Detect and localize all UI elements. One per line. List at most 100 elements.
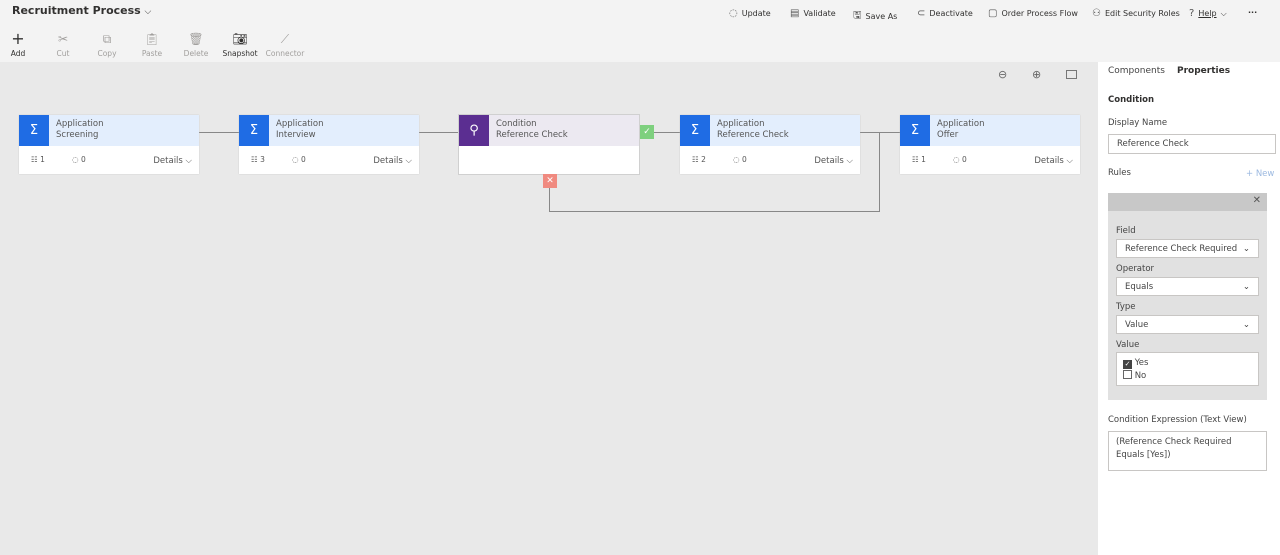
connector-button[interactable]: ⟋ Connector (263, 32, 307, 58)
close-icon[interactable]: ✕ (1253, 195, 1261, 206)
steps-count: ☷ 1 (31, 155, 45, 164)
trash-icon: 🗑︎ (188, 32, 204, 46)
expression-label: Condition Expression (Text View) (1108, 415, 1247, 425)
field-label: Field (1116, 226, 1136, 236)
loop-icon: ◌ (72, 155, 81, 164)
steps-icon: ☷ (251, 155, 261, 164)
refresh-icon: ◌ (729, 8, 738, 19)
steps-icon: ☷ (31, 155, 41, 164)
loops-count: ◌ 0 (953, 155, 967, 164)
steps-count: ☷ 3 (251, 155, 265, 164)
stage-icon: Σ (239, 115, 269, 146)
steps-count: ☷ 2 (692, 155, 706, 164)
snapshot-button[interactable]: 📷︎ Snapshot (218, 32, 262, 58)
operator-label: Operator (1116, 264, 1155, 274)
condition-icon: ⚲ (459, 115, 489, 146)
stage-icon: Σ (19, 115, 49, 146)
stage-application-reference-check[interactable]: Σ Application Reference Check ☷ 2 ◌ 0 Detail… (680, 115, 860, 174)
scissors-icon: ✂ (57, 32, 69, 46)
chevron-down-icon: ⌄ (1242, 281, 1250, 292)
checkbox-checked-icon[interactable]: ✓ (1123, 360, 1132, 369)
loop-icon: ◌ (953, 155, 962, 164)
cut-button[interactable]: ✂ Cut (41, 32, 85, 58)
display-name-input[interactable]: Reference Check (1108, 134, 1276, 154)
more-button[interactable]: ··· (1248, 8, 1257, 17)
expression-textarea[interactable]: (Reference Check Required Equals [Yes]) (1108, 431, 1267, 471)
connector-line (199, 132, 239, 133)
condition-reference-check[interactable]: ⚲ Condition Reference Check (458, 114, 640, 175)
camera-icon: 📷︎ (232, 32, 248, 46)
deactivate-button[interactable]: ⊂ Deactivate (917, 8, 973, 19)
type-select[interactable]: Value ⌄ (1116, 315, 1259, 334)
details-toggle[interactable]: Details ⌵ (153, 156, 192, 166)
tab-components[interactable]: Components (1108, 66, 1165, 76)
chevron-down-icon: ⌄ (1242, 319, 1250, 330)
details-toggle[interactable]: Details ⌵ (814, 156, 853, 166)
save-as-button[interactable]: 🖫 Save As (853, 8, 897, 25)
zoom-out-icon[interactable]: ⊖ (998, 68, 1007, 81)
rule-box: ✕ Field Reference Check Required ⌄ Operat… (1108, 193, 1267, 400)
field-select[interactable]: Reference Check Required ⌄ (1116, 239, 1259, 258)
loops-count: ◌ 0 (72, 155, 86, 164)
new-rule-button[interactable]: + New (1246, 169, 1274, 179)
loop-icon: ◌ (292, 155, 301, 164)
process-title[interactable]: Recruitment Process ⌵ (12, 4, 151, 17)
stage-application-screening[interactable]: Σ Application Screening ☷ 1 ◌ 0 Details ⌵ (19, 115, 199, 174)
paste-icon: 📋︎ (144, 32, 160, 46)
section-title: Condition (1108, 95, 1154, 105)
steps-icon: ☷ (692, 155, 702, 164)
stage-icon: Σ (900, 115, 930, 146)
help-button[interactable]: ? Help ⌵ (1189, 8, 1227, 19)
connector-line (879, 132, 880, 212)
edit-security-roles-button[interactable]: ⚇ Edit Security Roles (1092, 8, 1180, 19)
document-icon: ▢ (988, 8, 998, 19)
add-button[interactable]: + Add (0, 29, 40, 59)
clipboard-icon: ▤ (790, 8, 800, 19)
tab-properties[interactable]: Properties (1177, 66, 1230, 76)
loop-icon: ◌ (733, 155, 742, 164)
properties-panel: Components Properties Condition Display … (1098, 62, 1280, 555)
value-list: ✓ Yes No (1116, 352, 1259, 386)
loops-count: ◌ 0 (292, 155, 306, 164)
back-circle-icon: ⊂ (917, 8, 926, 19)
steps-count: ☷ 1 (912, 155, 926, 164)
connector-icon: ⟋ (280, 32, 290, 46)
delete-button[interactable]: 🗑︎ Delete (174, 32, 218, 58)
connector-line (860, 132, 900, 133)
operator-select[interactable]: Equals ⌄ (1116, 277, 1259, 296)
people-icon: ⚇ (1092, 8, 1101, 19)
chevron-down-icon: ⌵ (1220, 8, 1227, 18)
update-button[interactable]: ◌ Update (729, 8, 771, 19)
connector-line (549, 211, 880, 212)
details-toggle[interactable]: Details ⌵ (1034, 156, 1073, 166)
save-as-icon: 🖫 (853, 10, 862, 21)
connector-line (419, 132, 459, 133)
checkbox-icon[interactable] (1123, 370, 1132, 379)
stage-application-interview[interactable]: Σ Application Interview ☷ 3 ◌ 0 Details ⌵ (239, 115, 419, 174)
fit-to-screen-icon[interactable] (1066, 70, 1077, 79)
chevron-down-icon: ⌵ (144, 7, 152, 17)
display-name-label: Display Name (1108, 118, 1168, 128)
true-branch-check-icon[interactable]: ✓ (640, 125, 654, 139)
details-toggle[interactable]: Details ⌵ (373, 156, 412, 166)
type-label: Type (1116, 302, 1136, 312)
chevron-down-icon: ⌄ (1242, 243, 1250, 254)
false-branch-x-icon[interactable]: ✕ (543, 174, 557, 188)
steps-icon: ☷ (912, 155, 922, 164)
plus-icon: + (11, 29, 25, 48)
copy-icon: ⧉ (102, 32, 112, 46)
question-icon: ? (1189, 8, 1195, 19)
stage-icon: Σ (680, 115, 710, 146)
paste-button[interactable]: 📋︎ Paste (130, 32, 174, 58)
option-no[interactable]: No (1123, 370, 1252, 383)
validate-button[interactable]: ▤ Validate (790, 8, 836, 19)
loops-count: ◌ 0 (733, 155, 747, 164)
zoom-in-icon[interactable]: ⊕ (1032, 68, 1041, 81)
order-process-flow-button[interactable]: ▢ Order Process Flow (988, 8, 1078, 19)
command-bar: Recruitment Process ⌵ + Add ✂ Cut ⧉ Copy 📋︎… (0, 0, 1280, 62)
copy-button[interactable]: ⧉ Copy (85, 32, 129, 58)
stage-application-offer[interactable]: Σ Application Offer ☷ 1 ◌ 0 Details ⌵ (900, 115, 1080, 174)
rules-label: Rules (1108, 168, 1131, 178)
value-label: Value (1116, 340, 1140, 350)
option-yes[interactable]: ✓ Yes (1123, 357, 1252, 370)
